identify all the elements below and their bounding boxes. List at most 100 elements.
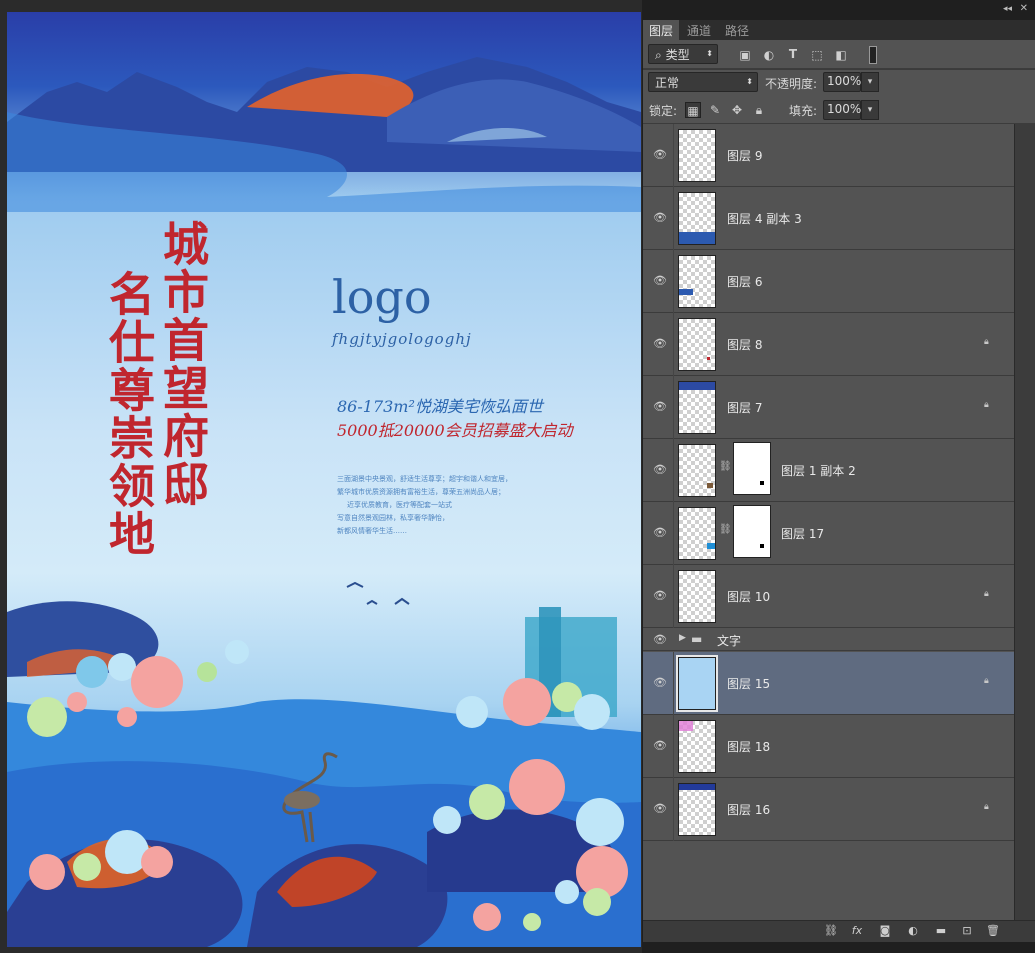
- layer-row[interactable]: 👁︎ 图层 18: [643, 715, 1014, 778]
- layer-group-row[interactable]: 👁︎ ▶ ▬ 文字: [643, 628, 1014, 651]
- layer-row[interactable]: 👁︎ 图层 7 🔒︎: [643, 376, 1014, 439]
- filter-toggle-switch[interactable]: [869, 46, 877, 64]
- layers-panel: ◂◂ ✕ 图层 通道 路径 ▾≡ ⌕ 类型 ⬍ ▣ ◐ T ⬚ ◧ 正常: [642, 0, 1035, 953]
- opacity-input[interactable]: 100%: [823, 72, 861, 92]
- layer-thumbnail: [678, 720, 716, 773]
- eye-icon[interactable]: 👁︎: [653, 633, 667, 646]
- panel-close-icon[interactable]: ✕: [1020, 3, 1028, 14]
- filter-shape-icon[interactable]: ⬚: [809, 47, 825, 63]
- divider: [673, 652, 674, 715]
- thumbnail-content: [707, 357, 710, 360]
- eye-icon[interactable]: 👁︎: [653, 802, 667, 815]
- layer-name[interactable]: 图层 10: [727, 588, 770, 605]
- poster-tagline-2: 5000抵20000会员招募盛大启动: [337, 421, 573, 440]
- eye-icon[interactable]: 👁︎: [653, 148, 667, 161]
- eye-icon[interactable]: 👁︎: [653, 739, 667, 752]
- divider: [673, 715, 674, 778]
- trash-icon[interactable]: 🗑︎: [985, 924, 1001, 940]
- new-layer-icon[interactable]: ⊡: [959, 924, 975, 940]
- poster-logo-subtitle: fhgjtyjgologoghj: [332, 330, 472, 348]
- filter-text-icon[interactable]: T: [785, 46, 801, 62]
- fx-icon[interactable]: fx: [849, 924, 865, 940]
- fill-label: 填充:: [789, 104, 818, 118]
- lock-brush-icon[interactable]: ✎: [707, 102, 723, 118]
- lock-label: 锁定:: [649, 104, 678, 118]
- layer-name[interactable]: 图层 15: [727, 675, 770, 692]
- fill-dropdown-icon[interactable]: ▾: [861, 100, 879, 120]
- layer-thumbnail: [678, 444, 716, 497]
- filter-row: ⌕ 类型 ⬍ ▣ ◐ T ⬚ ◧: [643, 40, 1035, 69]
- filter-pixel-icon[interactable]: ▣: [737, 47, 753, 63]
- lock-move-icon[interactable]: ✥: [729, 102, 745, 118]
- fill-input[interactable]: 100%: [823, 100, 861, 120]
- layer-name[interactable]: 图层 9: [727, 147, 762, 164]
- divider: [673, 439, 674, 502]
- poster-canvas[interactable]: 名仕尊崇领地 城市首望府邸 logo fhgjtyjgologoghj 86-1…: [7, 12, 641, 947]
- layer-name[interactable]: 图层 8: [727, 336, 762, 353]
- lock-transparent-icon[interactable]: ▦: [685, 102, 701, 118]
- lock-all-icon[interactable]: 🔒︎: [751, 102, 767, 118]
- tab-channels[interactable]: 通道: [681, 20, 717, 40]
- folder-icon[interactable]: ▬: [933, 924, 949, 940]
- layer-list-scrollbar[interactable]: [1014, 124, 1035, 920]
- eye-icon[interactable]: 👁︎: [653, 463, 667, 476]
- eye-icon[interactable]: 👁︎: [653, 526, 667, 539]
- expand-triangle-icon[interactable]: ▶: [679, 633, 686, 643]
- layer-row[interactable]: 👁︎ ⛓ 图层 1 副本 2: [643, 439, 1014, 502]
- eye-icon[interactable]: 👁︎: [653, 274, 667, 287]
- blend-mode-dropdown[interactable]: 正常 ⬍: [648, 72, 758, 92]
- eye-icon[interactable]: 👁︎: [653, 337, 667, 350]
- group-name[interactable]: 文字: [717, 632, 741, 649]
- blend-mode-value: 正常: [655, 76, 680, 90]
- layer-row-selected[interactable]: 👁︎ 图层 15 🔒︎: [643, 652, 1014, 715]
- layer-row[interactable]: 👁︎ 图层 9: [643, 124, 1014, 187]
- search-icon: ⌕: [655, 48, 662, 62]
- poster-tagline-1: 86-173m²悦湖美宅恢弘面世: [337, 397, 543, 416]
- layer-name[interactable]: 图层 4 副本 3: [727, 210, 802, 227]
- panel-resize-grip[interactable]: [643, 942, 1035, 953]
- divider: [673, 502, 674, 565]
- canvas-area[interactable]: 名仕尊崇领地 城市首望府邸 logo fhgjtyjgologoghj 86-1…: [0, 0, 642, 953]
- filter-smartobject-icon[interactable]: ◧: [833, 47, 849, 63]
- layer-name[interactable]: 图层 6: [727, 273, 762, 290]
- layer-name[interactable]: 图层 16: [727, 801, 770, 818]
- adjustment-icon[interactable]: ◐: [905, 924, 921, 940]
- tab-paths[interactable]: 路径: [719, 20, 755, 40]
- layer-name[interactable]: 图层 17: [781, 525, 824, 542]
- link-chain-icon[interactable]: ⛓: [719, 524, 732, 535]
- folder-icon: ▬: [691, 632, 703, 646]
- divider: [673, 250, 674, 313]
- layer-name[interactable]: 图层 7: [727, 399, 762, 416]
- layer-list[interactable]: 👁︎ 图层 9 👁︎ 图层 4 副本 3 👁︎ 图层 6 👁︎ 图层 8 🔒︎ …: [643, 124, 1014, 920]
- mask-icon[interactable]: ◙: [877, 924, 893, 940]
- poster-logo: logo: [332, 270, 432, 324]
- layer-name[interactable]: 图层 18: [727, 738, 770, 755]
- link-chain-icon[interactable]: ⛓: [719, 461, 732, 472]
- layer-row[interactable]: 👁︎ 图层 10 🔒︎: [643, 565, 1014, 628]
- mask-content: [760, 544, 764, 548]
- eye-icon[interactable]: 👁︎: [653, 211, 667, 224]
- filter-adjustment-icon[interactable]: ◐: [761, 47, 777, 63]
- panel-title-bar: ◂◂ ✕: [643, 0, 1035, 20]
- layer-mask-thumbnail[interactable]: [733, 505, 771, 558]
- layer-row[interactable]: 👁︎ ⛓ 图层 17: [643, 502, 1014, 565]
- eye-icon[interactable]: 👁︎: [653, 676, 667, 689]
- layer-row[interactable]: 👁︎ 图层 8 🔒︎: [643, 313, 1014, 376]
- tab-layers[interactable]: 图层: [643, 20, 680, 40]
- collapse-panel-icon[interactable]: ◂◂: [1003, 4, 1012, 14]
- eye-icon[interactable]: 👁︎: [653, 589, 667, 602]
- filter-type-dropdown[interactable]: ⌕ 类型 ⬍: [648, 44, 718, 64]
- opacity-dropdown-icon[interactable]: ▾: [861, 72, 879, 92]
- divider: [673, 124, 674, 187]
- layer-name[interactable]: 图层 1 副本 2: [781, 462, 856, 479]
- eye-icon[interactable]: 👁︎: [653, 400, 667, 413]
- link-icon[interactable]: ⛓: [823, 924, 839, 940]
- layer-row[interactable]: 👁︎ 图层 6: [643, 250, 1014, 313]
- layer-mask-thumbnail[interactable]: [733, 442, 771, 495]
- layer-thumbnail: [678, 192, 716, 245]
- filter-type-label: 类型: [665, 48, 690, 62]
- layer-row[interactable]: 👁︎ 图层 4 副本 3: [643, 187, 1014, 250]
- layer-row[interactable]: 👁︎ 图层 16 🔒︎: [643, 778, 1014, 841]
- layer-thumbnail: [678, 318, 716, 371]
- poster-vertical-title-left: 名仕尊崇领地: [102, 270, 156, 558]
